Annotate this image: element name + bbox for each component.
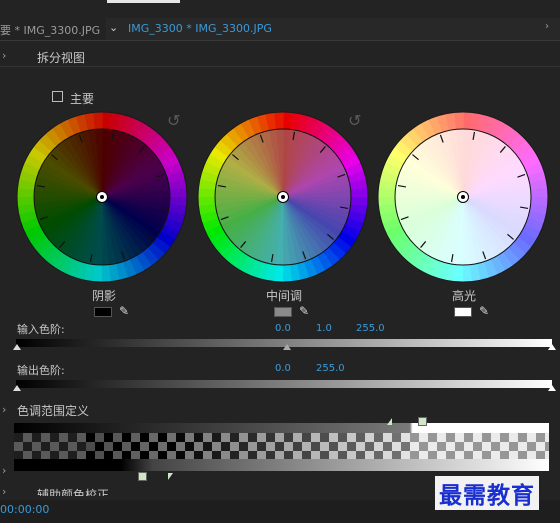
master-checkbox[interactable] [52, 91, 63, 102]
highlights-label: 高光 [451, 289, 476, 303]
watermark-logo: 最需教育 [435, 476, 539, 510]
color-wheel-1 [16, 111, 188, 283]
split-view-label: 拆分视图 [37, 51, 86, 65]
chevron-down-icon[interactable]: ⌄ [109, 21, 118, 34]
output-low-handle[interactable] [13, 385, 21, 391]
eyedropper-icon[interactable]: ✎ [119, 304, 129, 318]
hue-range-label: 色调范围定义 [17, 404, 90, 418]
input-mid-value[interactable]: 1.0 [316, 323, 332, 334]
tab-highlight [107, 0, 180, 3]
output-low-value[interactable]: 0.0 [275, 363, 291, 374]
output-levels-gradient [16, 380, 552, 388]
color-wheels [16, 111, 549, 283]
range-handle-bottom-left[interactable] [138, 472, 147, 481]
midtones-label: 中间调 [265, 289, 302, 303]
output-levels-label: 输出色阶: [17, 364, 65, 377]
chevron-right-icon[interactable]: › [2, 403, 6, 416]
output-high-handle[interactable] [548, 385, 556, 391]
input-low-value[interactable]: 0.0 [275, 323, 291, 334]
input-high-value[interactable]: 255.0 [356, 323, 385, 334]
output-high-value[interactable]: 255.0 [316, 363, 345, 374]
tab-active-label[interactable]: IMG_3300 * IMG_3300.JPG [128, 22, 272, 35]
input-mid-handle[interactable] [283, 344, 291, 350]
chevron-right-icon[interactable]: › [2, 49, 6, 62]
eyedropper-icon[interactable]: ✎ [479, 304, 489, 318]
tab-left[interactable]: 要 * IMG_3300.JPG [0, 22, 100, 38]
divider [0, 66, 560, 67]
chevron-right-icon[interactable]: › [2, 485, 6, 498]
color-wheel-2 [197, 111, 369, 283]
range-handle-top-right[interactable] [418, 417, 427, 426]
master-label: 主要 [70, 92, 95, 106]
color-wheel-3 [377, 111, 549, 283]
range-handle-top-left[interactable] [387, 418, 392, 425]
tab-divider [0, 40, 560, 41]
chevron-right-icon[interactable]: › [545, 21, 549, 32]
highlights-swatch[interactable] [454, 307, 472, 317]
shadows-swatch[interactable] [94, 307, 112, 317]
shadows-label: 阴影 [91, 289, 116, 303]
timecode[interactable]: 00:00:00 [0, 503, 49, 516]
midtones-swatch[interactable] [274, 307, 292, 317]
input-low-handle[interactable] [13, 344, 21, 350]
input-levels-label: 输入色阶: [17, 323, 65, 336]
chevron-right-icon[interactable]: › [2, 464, 6, 477]
eyedropper-icon[interactable]: ✎ [299, 304, 309, 318]
range-handle-bottom-right[interactable] [168, 473, 173, 480]
secondary-color-correction-label: 辅助颜色校正 [37, 488, 110, 496]
tonal-range-display [14, 423, 549, 471]
input-high-handle[interactable] [548, 344, 556, 350]
